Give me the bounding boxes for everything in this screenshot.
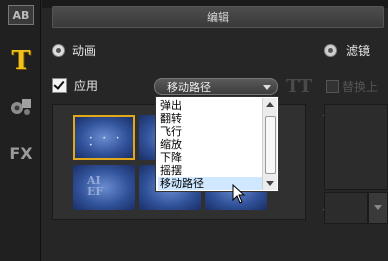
list-item[interactable]: 弹出 bbox=[158, 99, 265, 112]
graphics-tool-button[interactable] bbox=[5, 93, 37, 119]
list-item[interactable]: 飞行 bbox=[158, 125, 265, 138]
list-item-selected[interactable]: 移动路径 bbox=[158, 177, 265, 190]
animation-type-dropdown[interactable]: 移动路径 bbox=[154, 78, 278, 95]
preset-dots: • • • • bbox=[89, 135, 124, 149]
scroll-down-icon[interactable] bbox=[266, 181, 274, 186]
apply-checkbox[interactable] bbox=[52, 78, 67, 93]
chevron-down-icon bbox=[263, 85, 271, 90]
effects-tool-button[interactable]: FX bbox=[5, 140, 37, 166]
mouse-cursor-icon bbox=[232, 184, 246, 204]
preset-thumbnail[interactable]: • • • • bbox=[73, 115, 135, 160]
text-t-icon: T bbox=[11, 46, 31, 76]
list-scrollbar[interactable] bbox=[262, 98, 277, 190]
scroll-up-icon[interactable] bbox=[266, 102, 274, 107]
fx-icon: FX bbox=[9, 143, 33, 163]
edit-panel: 编辑 动画 滤镜 应用 移动路径 TT 替换上 • • • • AI EF 弹出… bbox=[42, 0, 388, 261]
list-item[interactable]: 缩放 bbox=[158, 138, 265, 151]
dropdown-selected-value: 移动路径 bbox=[167, 80, 211, 94]
filter-preview-box bbox=[324, 104, 388, 190]
replace-checkbox[interactable] bbox=[326, 80, 339, 93]
animation-label: 动画 bbox=[72, 44, 97, 58]
left-sidebar: AB T FX bbox=[0, 0, 41, 261]
preset-sample-letters: AI EF bbox=[87, 174, 104, 198]
animation-type-list: 弹出 翻转 飞行 缩放 下降 摇摆 移动路径 bbox=[155, 96, 279, 192]
apply-label: 应用 bbox=[74, 79, 99, 93]
list-item[interactable]: 下降 bbox=[158, 151, 265, 164]
gear-shapes-icon bbox=[11, 99, 31, 115]
panel-header: 编辑 bbox=[52, 6, 384, 28]
ab-icon: AB bbox=[8, 5, 34, 25]
text-tool-button[interactable]: T bbox=[5, 46, 37, 76]
preset-thumbnail[interactable]: AI EF bbox=[73, 165, 135, 210]
scroll-thumb[interactable] bbox=[265, 116, 276, 174]
filter-dropdown-button[interactable] bbox=[368, 192, 388, 224]
filter-label: 滤镜 bbox=[346, 44, 371, 58]
animation-radio[interactable] bbox=[52, 44, 65, 57]
text-style-icon: TT bbox=[286, 76, 313, 97]
filter-radio[interactable] bbox=[324, 44, 337, 57]
title-tool-button[interactable]: AB bbox=[5, 2, 37, 28]
replace-label: 替换上 bbox=[342, 80, 379, 94]
filter-option-button[interactable] bbox=[324, 192, 368, 224]
list-item[interactable]: 摇摆 bbox=[158, 164, 265, 177]
list-item[interactable]: 翻转 bbox=[158, 112, 265, 125]
